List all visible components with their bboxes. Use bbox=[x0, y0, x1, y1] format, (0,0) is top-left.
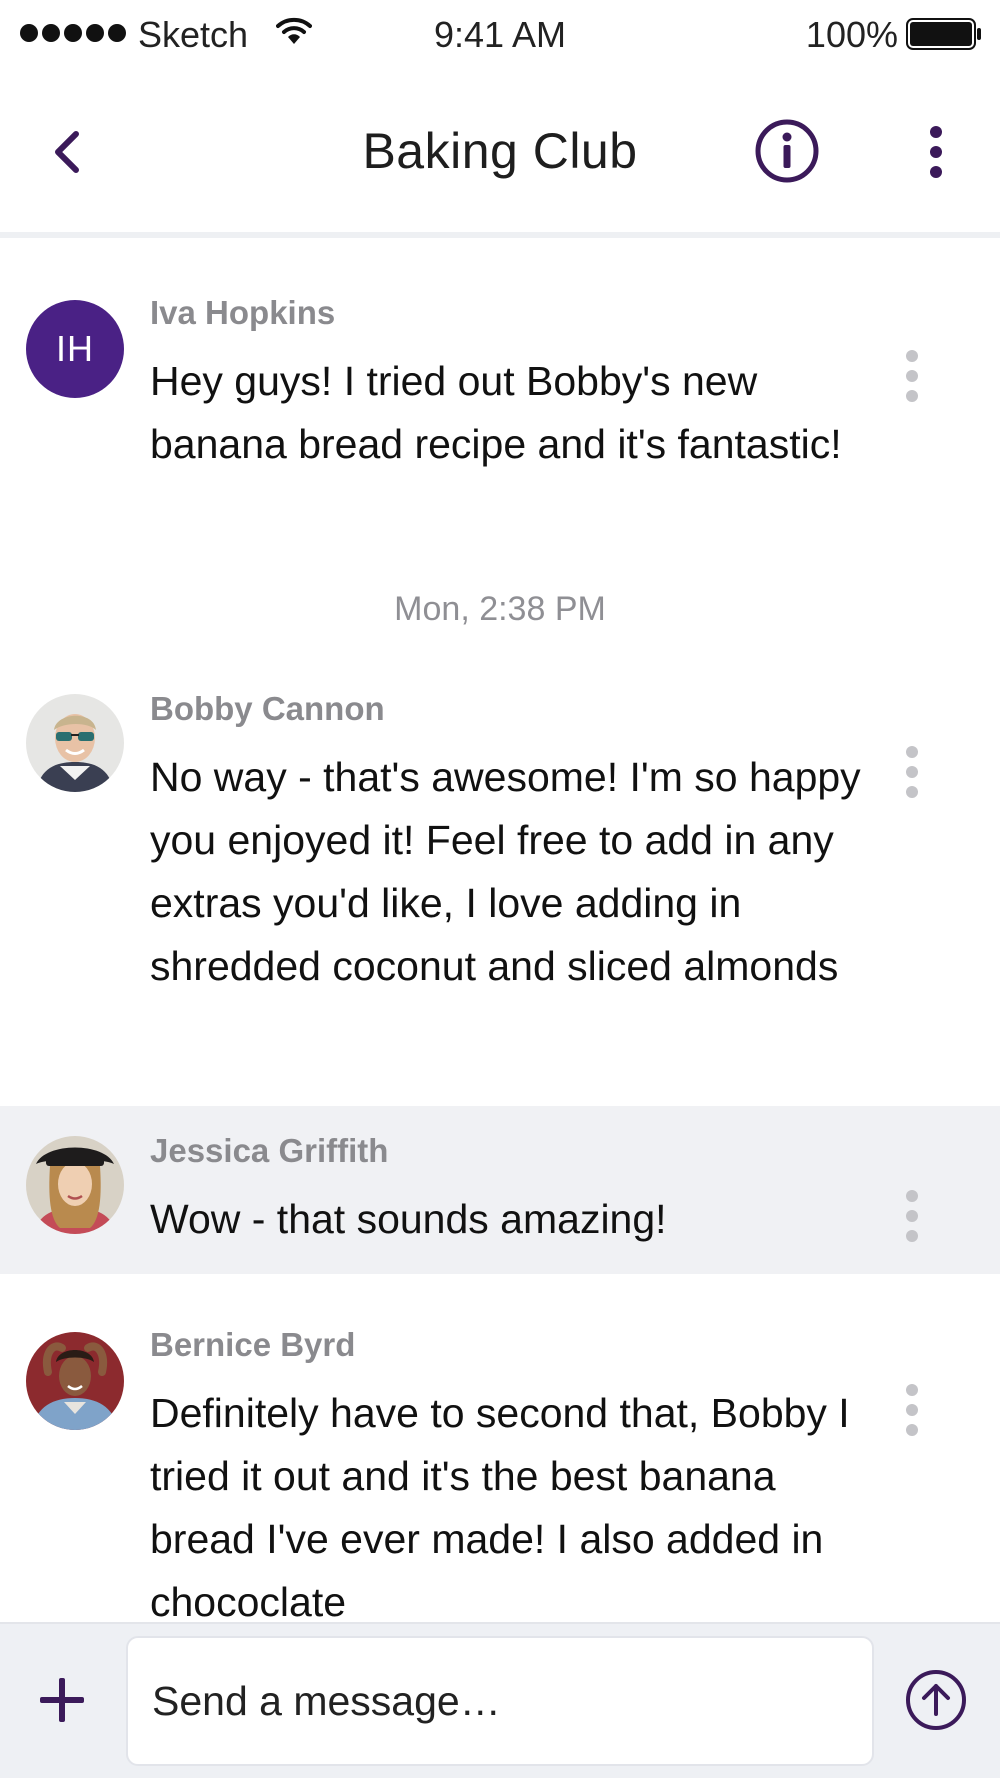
message-options-button[interactable] bbox=[900, 350, 924, 402]
sender-name: Bobby Cannon bbox=[150, 690, 385, 727]
chat-title: Baking Club bbox=[362, 123, 638, 179]
sender-name: Iva Hopkins bbox=[150, 294, 336, 331]
battery-percentage: 100% bbox=[805, 14, 898, 55]
avatar-photo bbox=[26, 694, 124, 792]
message-options-button[interactable] bbox=[900, 1190, 924, 1242]
sender-name: Bernice Byrd bbox=[150, 1326, 356, 1363]
avatar[interactable] bbox=[26, 694, 124, 792]
battery-icon bbox=[906, 18, 981, 50]
message-options-button[interactable] bbox=[900, 1384, 924, 1436]
send-arrow-up-icon[interactable] bbox=[904, 1668, 968, 1732]
avatar[interactable] bbox=[26, 1136, 124, 1234]
message-text: Hey guys! I tried out Bobby's new banana… bbox=[150, 358, 842, 467]
message-item: IH Iva Hopkins Hey guys! I tried out Bob… bbox=[0, 244, 1000, 544]
message-timestamp: Mon, 2:38 PM bbox=[394, 590, 606, 628]
info-circle-icon[interactable] bbox=[754, 118, 820, 184]
sender-name: Jessica Griffith bbox=[150, 1132, 389, 1169]
avatar-photo bbox=[26, 1136, 124, 1234]
message-item: Bobby Cannon No way - that's awesome! I'… bbox=[0, 668, 1000, 1088]
avatar[interactable]: IH bbox=[26, 300, 124, 398]
status-bar: Sketch 9:41 AM 100% bbox=[0, 0, 1000, 70]
avatar[interactable] bbox=[26, 1332, 124, 1430]
message-composer bbox=[0, 1622, 1000, 1778]
message-item: Bernice Byrd Definitely have to second t… bbox=[0, 1300, 1000, 1622]
message-item: Jessica Griffith Wow - that sounds amazi… bbox=[0, 1106, 1000, 1274]
chat-header: Baking Club bbox=[0, 70, 1000, 238]
message-input[interactable] bbox=[126, 1636, 874, 1766]
more-options-button[interactable] bbox=[916, 120, 956, 184]
message-text: Definitely have to second that, Bobby I … bbox=[150, 1390, 850, 1622]
message-options-button[interactable] bbox=[900, 746, 924, 798]
message-text: No way - that's awesome! I'm so happy yo… bbox=[150, 754, 861, 989]
avatar-photo bbox=[26, 1332, 124, 1430]
message-text: Wow - that sounds amazing! bbox=[150, 1196, 667, 1242]
plus-icon[interactable] bbox=[36, 1674, 88, 1726]
